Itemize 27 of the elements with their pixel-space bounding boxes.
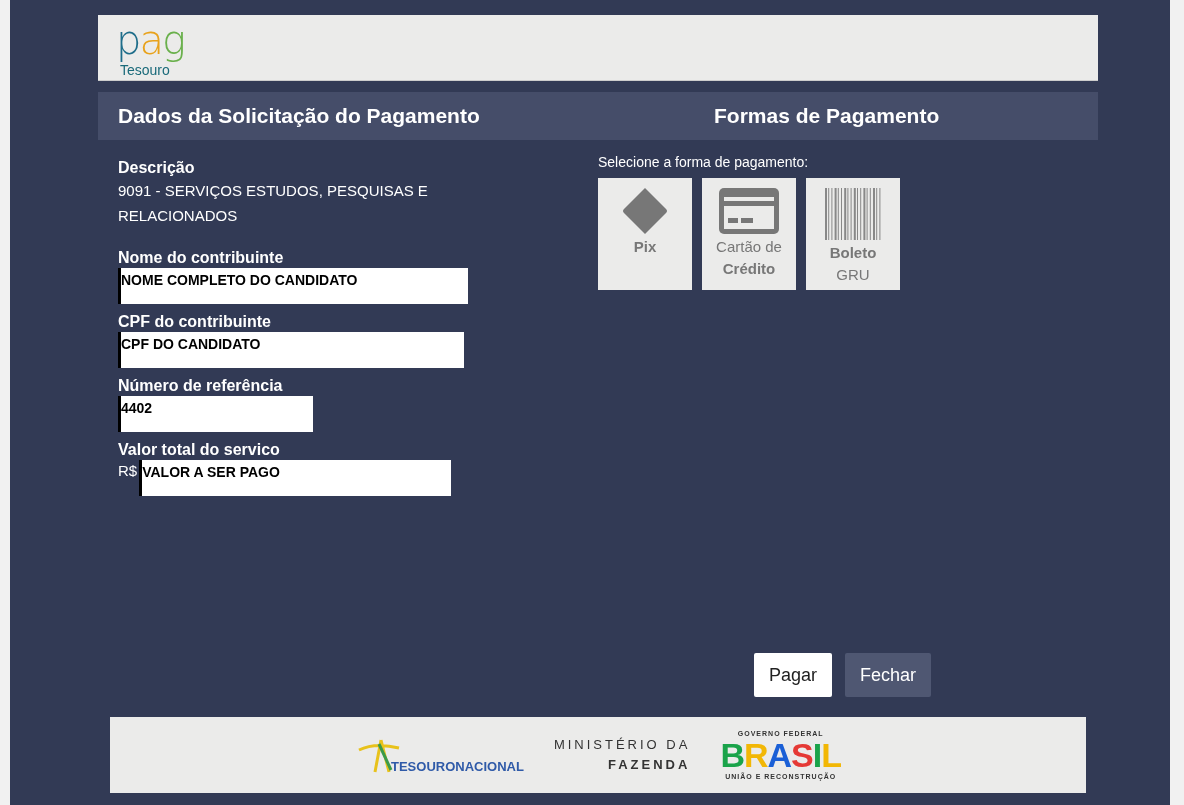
payment-method-button[interactable]: Pix bbox=[598, 178, 692, 290]
payment-method-button[interactable]: Boleto GRU bbox=[806, 178, 900, 290]
section-title: Formas de Pagamento bbox=[713, 104, 941, 128]
section-title: Dados da Solicitação do Pagamento bbox=[117, 104, 481, 128]
barcode-icon bbox=[823, 186, 883, 242]
value-field: 4402 bbox=[118, 396, 313, 432]
diamond-icon bbox=[620, 186, 670, 236]
field-label: CPF do contribuinte bbox=[118, 312, 272, 332]
field-label: Nome do contribuinte bbox=[118, 248, 285, 268]
payment-method-button[interactable]: Cartão de Crédito bbox=[702, 178, 796, 290]
field-label: Descrição bbox=[118, 158, 196, 178]
brasil-logo: BRASIL bbox=[720, 737, 841, 773]
pay-button[interactable]: Pagar bbox=[754, 653, 833, 697]
value-field: VALOR A SER PAGO bbox=[139, 460, 452, 496]
close-button[interactable]: Fechar bbox=[845, 653, 932, 697]
value-field: CPF DO CANDIDATO bbox=[118, 332, 464, 368]
field-label: Valor total do servico bbox=[118, 440, 281, 460]
tesouro-nacional-logo-text: TESOURONACIONAL bbox=[391, 759, 524, 774]
value-field: NOME COMPLETO DO CANDIDATO bbox=[118, 268, 468, 304]
currency-prefix: R$ bbox=[118, 461, 138, 479]
logo-subtitle: Tesouro bbox=[119, 63, 170, 78]
ministry-text: MINISTÉRIO DA bbox=[553, 736, 691, 754]
ministry-text: FAZENDA bbox=[608, 756, 691, 774]
payment-prompt: Selecione a forma de pagamento: bbox=[598, 154, 810, 170]
credit-card-icon bbox=[717, 186, 781, 236]
field-label: Número de referência bbox=[118, 376, 284, 396]
description-text: 9091 - SERVIÇOS ESTUDOS, PESQUISAS E RELACIONADOS bbox=[118, 181, 429, 226]
